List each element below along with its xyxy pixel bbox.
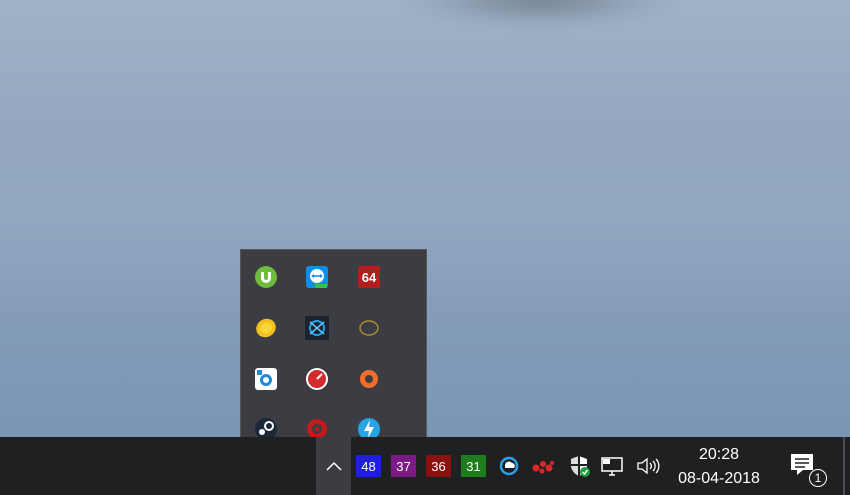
temp-indicator-4[interactable]: 31	[461, 455, 486, 477]
notification-count-badge: 1	[809, 469, 827, 487]
origin-icon[interactable]	[356, 366, 382, 392]
show-desktop-button[interactable]	[843, 437, 845, 495]
utorrent-icon[interactable]	[253, 264, 279, 290]
gold-ring-icon[interactable]	[356, 315, 382, 341]
temp-indicator-3[interactable]: 36	[426, 455, 451, 477]
tray-overflow-popup: 64	[240, 249, 427, 437]
onedrive-icon[interactable]	[496, 454, 522, 478]
chevron-up-icon	[325, 461, 342, 471]
temp-indicator-1[interactable]: 48	[356, 455, 381, 477]
bird-network-icon[interactable]	[530, 454, 556, 478]
show-hidden-icons-button[interactable]	[316, 437, 351, 495]
security-shield-icon[interactable]	[566, 454, 592, 478]
volume-icon[interactable]	[635, 454, 661, 478]
battlenet-icon[interactable]	[304, 315, 330, 341]
teamviewer-icon[interactable]	[304, 264, 330, 290]
msi-afterburner-icon[interactable]	[304, 366, 330, 392]
aida64-label: 64	[361, 269, 377, 285]
lemon-icon[interactable]	[253, 315, 279, 341]
uplay-icon[interactable]	[253, 366, 279, 392]
taskbar: 48 37 36 31 20:28 08-04-2018 1	[0, 437, 850, 495]
clock-time: 20:28	[698, 446, 740, 463]
steam-icon[interactable]	[253, 416, 279, 437]
clock[interactable]: 20:28 08-04-2018	[668, 440, 770, 492]
temp-indicator-2[interactable]: 37	[391, 455, 416, 477]
blue-lightning-icon[interactable]	[356, 416, 382, 437]
clock-date: 08-04-2018	[678, 470, 760, 487]
aida64-icon[interactable]: 64	[356, 264, 382, 290]
red-gear-icon[interactable]	[304, 416, 330, 437]
action-center-button[interactable]: 1	[786, 449, 827, 487]
network-icon[interactable]	[600, 454, 626, 478]
